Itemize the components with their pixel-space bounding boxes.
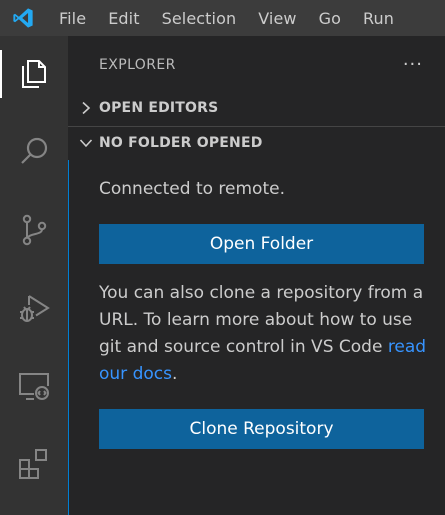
run-debug-icon: [17, 291, 51, 325]
search-icon: [17, 135, 51, 169]
sidebar-header: EXPLORER ···: [68, 36, 445, 94]
chevron-right-icon: [76, 98, 96, 118]
more-actions-icon[interactable]: ···: [403, 56, 423, 74]
menu-selection[interactable]: Selection: [151, 0, 248, 36]
vscode-window: File Edit Selection View Go Run EXPLORER…: [0, 0, 445, 515]
section-label-no-folder: NO FOLDER OPENED: [99, 134, 263, 151]
source-control-icon: [17, 213, 51, 247]
menu-run[interactable]: Run: [352, 0, 405, 36]
activity-extensions[interactable]: [0, 434, 68, 494]
section-open-editors[interactable]: OPEN EDITORS: [68, 92, 445, 124]
remote-explorer-icon: [17, 369, 51, 403]
title-bar: File Edit Selection View Go Run: [0, 0, 445, 36]
menu-go[interactable]: Go: [308, 0, 352, 36]
activity-remote-explorer[interactable]: [0, 356, 68, 416]
menu-view[interactable]: View: [247, 0, 307, 36]
open-folder-button[interactable]: Open Folder: [99, 224, 424, 264]
activity-run-debug[interactable]: [0, 278, 68, 338]
activity-source-control[interactable]: [0, 200, 68, 260]
activity-bar: [0, 36, 68, 515]
clone-info-body: You can also clone a repository from a U…: [99, 283, 424, 357]
section-label-open-editors: OPEN EDITORS: [99, 100, 219, 116]
explorer-icon: [17, 57, 51, 91]
chevron-down-icon: [76, 133, 96, 153]
activity-explorer[interactable]: [0, 44, 68, 104]
menu-file[interactable]: File: [48, 0, 97, 36]
clone-info-period: .: [171, 364, 178, 384]
connected-message: Connected to remote.: [99, 179, 285, 199]
section-no-folder-opened[interactable]: NO FOLDER OPENED: [68, 126, 445, 158]
sidebar-title: EXPLORER: [99, 57, 176, 73]
activity-search[interactable]: [0, 122, 68, 182]
sidebar-explorer: EXPLORER ··· OPEN EDITORS NO FOLDER OPEN…: [68, 36, 445, 515]
clone-info-text: You can also clone a repository from a U…: [99, 280, 429, 388]
vscode-logo-icon[interactable]: [12, 7, 34, 29]
extensions-icon: [17, 447, 51, 481]
menu-bar: File Edit Selection View Go Run: [48, 0, 405, 36]
no-folder-panel: Connected to remote. Open Folder You can…: [68, 160, 445, 515]
menu-edit[interactable]: Edit: [97, 0, 150, 36]
clone-repository-button[interactable]: Clone Repository: [99, 409, 424, 449]
